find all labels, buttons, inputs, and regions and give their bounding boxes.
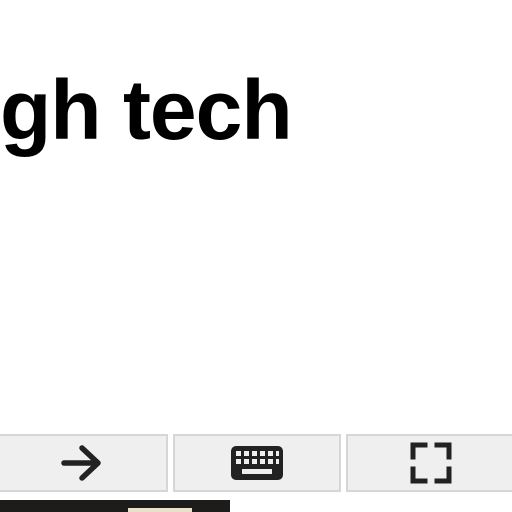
- page: gh tech: [0, 0, 512, 512]
- thumbnail-strip: [0, 500, 230, 512]
- keyboard-button[interactable]: [173, 434, 341, 492]
- keyboard-icon: [231, 446, 283, 480]
- headline-text: gh tech: [0, 63, 293, 157]
- fullscreen-icon: [409, 441, 453, 485]
- bottom-toolbar: [0, 434, 512, 496]
- arrow-right-icon: [60, 443, 104, 483]
- thumbnail-image: [128, 508, 192, 512]
- next-button[interactable]: [0, 434, 168, 492]
- fullscreen-button[interactable]: [346, 434, 512, 492]
